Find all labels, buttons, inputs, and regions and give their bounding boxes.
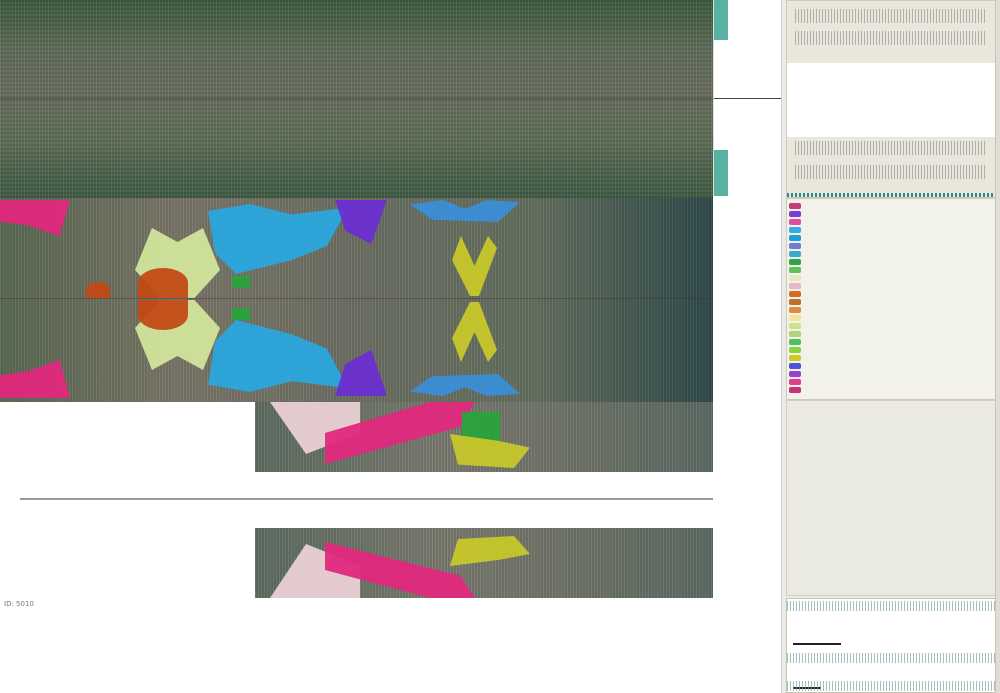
legend-item[interactable] [789,387,801,393]
overview-noise-1 [795,9,987,23]
vertical-scrollbar-overview[interactable] [713,0,781,198]
legend-item[interactable] [789,331,801,337]
yellow-feature-mirror[interactable] [452,302,497,362]
legend-swatch [789,283,801,289]
legend-swatch [789,299,801,305]
overview-noise-2 [795,31,987,45]
annotation-track[interactable] [0,198,713,402]
legend-item[interactable] [789,243,801,249]
status-text: ID: 5010 [4,600,34,608]
blue-feature[interactable] [410,200,520,222]
legend-item[interactable] [789,275,801,281]
orange-feature-mirror[interactable] [138,300,188,330]
details-pane [786,400,996,596]
alignment-track[interactable] [0,402,713,598]
legend-item[interactable] [789,291,801,297]
legend-swatch [789,251,801,257]
magenta-feature[interactable] [0,200,70,236]
orange-feature[interactable] [138,268,188,298]
legend-swatch [789,211,801,217]
legend-item[interactable] [789,219,801,225]
legend-item[interactable] [789,307,801,313]
legend-item[interactable] [789,323,801,329]
legend-swatch [789,355,801,361]
coverage-wave-upper [714,0,728,40]
legend-item[interactable] [789,339,801,345]
panel-scrollbar[interactable] [995,0,1000,693]
legend-item[interactable] [789,227,801,233]
overview-noise-3 [795,141,987,155]
legend-swatch [789,291,801,297]
green-feature-mirror[interactable] [232,308,250,320]
legend-swatch [789,323,801,329]
legend-swatch [789,339,801,345]
legend-swatch [789,307,801,313]
cyan-feature[interactable] [208,204,348,274]
legend-swatch [789,235,801,241]
purple-feature[interactable] [335,200,387,244]
legend-swatch [789,219,801,225]
genome-viewer-canvas[interactable]: ID: 5010 [0,0,782,693]
legend-swatch [789,331,801,337]
blue-feature-mirror[interactable] [410,374,520,396]
overview-pane[interactable] [786,0,996,198]
minimap-row-mid [787,653,995,663]
legend-swatch [789,203,801,209]
legend-item[interactable] [789,203,801,209]
legend-item[interactable] [789,299,801,305]
legend-item[interactable] [789,259,801,265]
legend-swatch [789,347,801,353]
legend-swatch [789,371,801,377]
legend-swatch [789,387,801,393]
legend-item[interactable] [789,355,801,361]
orange-small-feature[interactable] [86,282,110,298]
cyan-feature-mirror[interactable] [208,320,348,392]
scale-bar [793,643,841,645]
legend-swatch [789,243,801,249]
yellow-feature[interactable] [452,236,497,296]
legend-item[interactable] [789,363,801,369]
legend-item[interactable] [789,379,801,385]
legend-item[interactable] [789,251,801,257]
legend-item[interactable] [789,347,801,353]
legend-pane[interactable] [786,198,996,400]
legend-swatch [789,315,801,321]
coverage-wave-lower [714,150,728,196]
legend-item[interactable] [789,315,801,321]
minimap-row-bottom [787,681,995,691]
side-panel [782,0,1000,693]
green-feature[interactable] [232,276,250,288]
track-midline [0,98,713,100]
legend-swatch [789,267,801,273]
legend-item[interactable] [789,211,801,217]
scroll-divider [714,98,781,99]
overview-white-band [787,63,995,137]
reference-line [20,498,713,500]
legend-swatch [789,363,801,369]
minimap-row-top [787,601,995,611]
legend-swatch [789,275,801,281]
top-coverage-track[interactable] [0,0,713,198]
legend-swatch [789,379,801,385]
overview-noise-4 [795,165,987,179]
legend-item[interactable] [789,235,801,241]
legend-item[interactable] [789,267,801,273]
legend-item[interactable] [789,283,801,289]
minimap-pane[interactable] [786,598,996,693]
legend-item[interactable] [789,371,801,377]
legend-swatch [789,227,801,233]
magenta-feature-mirror[interactable] [0,360,70,398]
legend-swatch [789,259,801,265]
track-midline [0,298,713,299]
purple-feature-mirror[interactable] [335,350,387,396]
